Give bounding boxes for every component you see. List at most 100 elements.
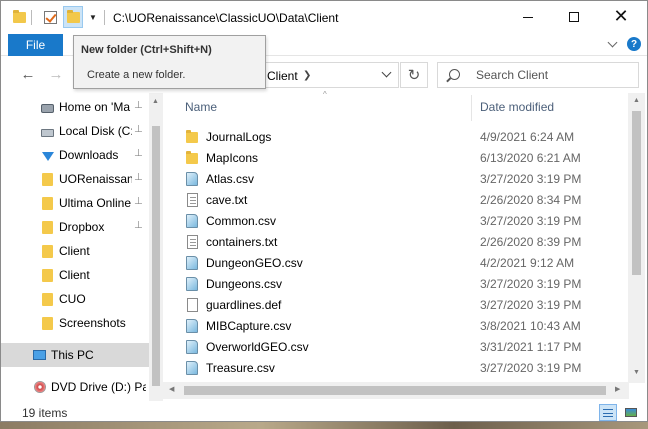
folder-icon [185,129,199,144]
properties-icon[interactable] [42,9,58,25]
file-list: ^ Name Date modified JournalLogs 4/9/202… [163,90,647,401]
navigation-scrollbar[interactable]: ▲ [149,93,163,401]
file-name: Atlas.csv [206,172,255,186]
file-row-containers-txt[interactable]: containers.txt 2/26/2020 8:39 PM [181,231,629,252]
address-dropdown-icon[interactable] [376,66,396,82]
sidebar-item-local-disk[interactable]: Local Disk (C:) ⊥ [1,119,149,143]
sidebar-item-home[interactable]: Home on 'Ma ⊥ [1,95,149,119]
file-row-guardlines-def[interactable]: guardlines.def 3/27/2020 3:19 PM [181,294,629,315]
scrollbar-thumb[interactable] [632,111,641,275]
minimize-button[interactable] [505,1,551,33]
file-row-mibcapture-csv[interactable]: MIBCapture.csv 3/8/2021 10:43 AM [181,315,629,336]
csv-file-icon [185,361,199,375]
file-row-treasure-csv[interactable]: Treasure.csv 3/27/2020 3:19 PM [181,357,629,378]
scroll-up-icon[interactable]: ▲ [633,97,640,104]
column-divider[interactable] [471,95,472,121]
new-folder-button[interactable] [63,6,83,28]
sidebar-item-label: Client [59,244,90,258]
sidebar-item-uorenaissance[interactable]: UORenaissanc ⊥ [1,167,149,191]
home-drive-icon [41,101,54,113]
file-row-dungeongeo-csv[interactable]: DungeonGEO.csv 4/2/2021 9:12 AM [181,252,629,273]
breadcrumb-client[interactable]: Client [267,69,298,83]
file-row-journallogs[interactable]: JournalLogs 4/9/2021 6:24 AM [181,126,629,147]
file-name: Common.csv [206,214,277,228]
file-date: 2/26/2020 8:39 PM [480,235,582,249]
sidebar-item-this-pc[interactable]: This PC [1,343,149,367]
file-row-common-csv[interactable]: Common.csv 3/27/2020 3:19 PM [181,210,629,231]
customize-quick-access-icon[interactable]: ▼ [89,13,97,22]
item-count: 19 items [22,406,68,420]
scroll-down-icon[interactable]: ▼ [633,369,640,376]
column-header-date-modified[interactable]: Date modified [480,93,554,121]
scrollbar-thumb[interactable] [184,386,606,395]
file-row-atlas-csv[interactable]: Atlas.csv 3/27/2020 3:19 PM [181,168,629,189]
file-date: 3/27/2020 3:19 PM [480,214,582,228]
sidebar-item-screenshots[interactable]: Screenshots [1,311,149,335]
sidebar-item-label: Screenshots [59,316,126,330]
folder-icon [41,220,54,234]
title-bar: ▼ C:\UORenaissance\ClassicUO\Data\Client… [1,1,647,34]
file-row-mapicons[interactable]: MapIcons 6/13/2020 6:21 AM [181,147,629,168]
help-button[interactable]: ? [627,37,641,51]
expand-ribbon-chevron-icon[interactable] [605,37,619,51]
desktop-background [0,422,648,429]
horizontal-scrollbar[interactable]: ◀ ▶ [163,382,629,399]
scrollbar-thumb[interactable] [152,126,160,386]
folder-icon [11,9,27,25]
qa-divider [31,10,32,25]
folder-icon [41,244,54,258]
sidebar-item-label: Ultima Online [59,196,132,210]
column-header-name[interactable]: Name [185,93,217,121]
file-name: DungeonGEO.csv [206,256,303,270]
sidebar-item-client-2[interactable]: Client [1,263,149,287]
details-view-button[interactable] [599,404,617,421]
scroll-left-icon[interactable]: ◀ [169,385,174,393]
sidebar-item-cuo[interactable]: CUO [1,287,149,311]
file-row-overworldgeo-csv[interactable]: OverworldGEO.csv 3/31/2021 1:17 PM [181,336,629,357]
file-date: 3/27/2020 3:19 PM [480,172,582,186]
file-name: guardlines.def [206,298,282,312]
status-bar: 19 items [1,401,647,421]
sidebar-item-label: Local Disk (C:) [59,124,132,138]
refresh-button[interactable]: ↻ [400,62,428,88]
sidebar-item-label: Dropbox [59,220,105,234]
vertical-scrollbar[interactable]: ▲ ▼ [628,93,645,383]
file-date: 2/26/2020 8:34 PM [480,193,582,207]
sidebar-item-dropbox[interactable]: Dropbox ⊥ [1,215,149,239]
sidebar-item-label: This PC [51,348,94,362]
search-input[interactable] [476,63,631,87]
file-date: 3/8/2021 10:43 AM [480,319,581,333]
file-tab[interactable]: File [8,34,63,56]
forward-button[interactable]: → [48,66,64,83]
pin-icon: ⊥ [134,196,143,207]
navigation-pane: Home on 'Ma ⊥ Local Disk (C:) ⊥ Download… [1,93,163,401]
window-title: C:\UORenaissance\ClassicUO\Data\Client [113,11,339,25]
scroll-up-icon[interactable]: ▲ [152,98,159,105]
sidebar-item-client[interactable]: Client [1,239,149,263]
file-date: 6/13/2020 6:21 AM [480,151,581,165]
breadcrumb-chevron-icon[interactable]: ❯ [303,70,311,81]
generic-file-icon [185,298,199,312]
back-button[interactable]: ← [20,66,36,83]
sidebar-item-label: UORenaissanc [59,172,132,186]
maximize-button[interactable] [551,1,597,33]
file-date: 3/27/2020 3:19 PM [480,277,582,291]
file-row-cave-txt[interactable]: cave.txt 2/26/2020 8:34 PM [181,189,629,210]
search-box[interactable] [437,62,639,88]
tooltip-description: Create a new folder. [87,69,186,81]
file-date: 4/9/2021 6:24 AM [480,130,575,144]
sidebar-item-downloads[interactable]: Downloads ⊥ [1,143,149,167]
search-icon [449,69,460,80]
sidebar-item-dvd-drive[interactable]: DVD Drive (D:) Par [1,375,149,399]
file-date: 3/31/2021 1:17 PM [480,340,582,354]
file-row-dungeons-csv[interactable]: Dungeons.csv 3/27/2020 3:19 PM [181,273,629,294]
sidebar-item-ultima-online[interactable]: Ultima Online ⊥ [1,191,149,215]
large-icons-view-button[interactable] [623,405,639,420]
download-icon [41,149,54,161]
folder-icon [41,292,54,306]
folder-icon [41,268,54,282]
close-icon: ✕ [613,6,629,27]
sidebar-item-label: Client [59,268,90,282]
scroll-right-icon[interactable]: ▶ [615,385,620,393]
close-button[interactable]: ✕ [598,1,644,33]
